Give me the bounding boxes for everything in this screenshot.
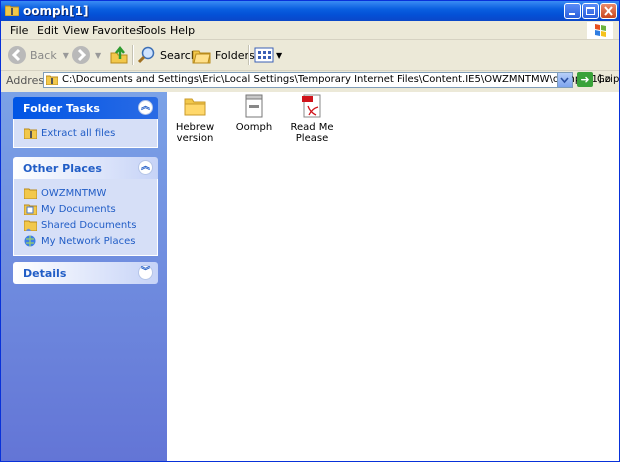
views-button[interactable]: ▼ xyxy=(254,43,282,67)
place-owzmntmw-label: OWZMNTMW xyxy=(41,187,107,199)
place-my-network-places-link[interactable]: My Network Places xyxy=(24,233,157,249)
minimize-button[interactable] xyxy=(564,3,581,19)
document-icon xyxy=(245,94,263,118)
file-name: Read Me Please xyxy=(290,122,334,144)
network-places-icon xyxy=(24,235,36,247)
back-arrow-icon xyxy=(8,46,26,64)
minimize-icon xyxy=(569,13,575,15)
file-name: Hebrew version xyxy=(175,122,215,144)
title-bar[interactable]: oomph[1] xyxy=(1,1,619,21)
folders-icon xyxy=(192,50,211,64)
extract-folder-icon xyxy=(24,128,37,139)
go-label: Go xyxy=(597,74,611,85)
place-shared-documents-link[interactable]: Shared Documents xyxy=(24,217,157,233)
menu-bar: File Edit View Favorites Tools Help xyxy=(1,21,619,40)
go-arrow-icon: ➜ xyxy=(577,72,593,87)
place-my-network-places-label: My Network Places xyxy=(41,235,136,247)
views-dropdown-icon: ▼ xyxy=(276,50,283,60)
file-list-view[interactable]: Hebrew version Oomph Read Me Please xyxy=(167,92,619,461)
folder-icon xyxy=(184,98,206,116)
back-button[interactable]: Back ▼ xyxy=(7,43,69,67)
menu-help[interactable]: Help xyxy=(170,24,195,37)
task-pane: Folder Tasks ︽ Extract all files Other P… xyxy=(1,92,167,461)
other-places-panel: Other Places ︽ OWZMNTMW My Documents Sha… xyxy=(13,157,158,256)
views-icon xyxy=(254,47,274,63)
menu-favorites[interactable]: Favorites xyxy=(92,24,142,37)
back-dropdown-icon[interactable]: ▼ xyxy=(63,51,69,60)
toolbar-separator xyxy=(132,45,134,65)
toolbar-separator xyxy=(248,45,250,65)
place-shared-documents-label: Shared Documents xyxy=(41,219,137,231)
place-my-documents-label: My Documents xyxy=(41,203,116,215)
close-button[interactable] xyxy=(600,3,617,19)
folder-tasks-header[interactable]: Folder Tasks ︽ xyxy=(13,97,158,119)
shared-folder-icon xyxy=(24,220,37,231)
other-places-header[interactable]: Other Places ︽ xyxy=(13,157,158,179)
maximize-button[interactable] xyxy=(582,3,599,19)
search-icon xyxy=(137,46,155,64)
extract-all-files-link[interactable]: Extract all files xyxy=(24,125,157,141)
forward-button[interactable]: ▼ xyxy=(71,43,101,67)
up-folder-icon xyxy=(110,45,128,64)
folder-tasks-body: Extract all files xyxy=(13,119,158,148)
forward-dropdown-icon[interactable]: ▼ xyxy=(95,51,101,60)
menu-edit[interactable]: Edit xyxy=(37,24,58,37)
zip-folder-icon xyxy=(5,5,19,16)
window-title: oomph[1] xyxy=(23,4,89,18)
details-header[interactable]: Details ︾ xyxy=(13,262,158,284)
menu-file[interactable]: File xyxy=(10,24,28,37)
forward-arrow-icon xyxy=(72,46,90,64)
windows-logo-icon xyxy=(587,22,613,39)
folders-button[interactable]: Folders xyxy=(192,43,255,67)
file-item-read-me-please[interactable]: Read Me Please xyxy=(281,94,343,144)
file-name: Oomph xyxy=(235,122,273,133)
up-folder-button[interactable] xyxy=(109,43,129,67)
standard-toolbar: Back ▼ ▼ Search Folders ▼ xyxy=(1,40,619,71)
search-button[interactable]: Search xyxy=(137,43,198,67)
menu-tools[interactable]: Tools xyxy=(139,24,166,37)
expand-chevron-icon[interactable]: ︾ xyxy=(138,265,153,280)
file-item-oomph[interactable]: Oomph xyxy=(223,94,285,133)
go-button[interactable]: ➜ Go xyxy=(577,72,611,87)
file-item-hebrew-version[interactable]: Hebrew version xyxy=(164,94,226,144)
address-input[interactable]: C:\Documents and Settings\Eric\Local Set… xyxy=(43,72,619,88)
address-value: C:\Documents and Settings\Eric\Local Set… xyxy=(62,74,620,85)
address-dropdown-button[interactable] xyxy=(557,73,572,87)
folder-icon xyxy=(24,188,37,199)
collapse-chevron-icon[interactable]: ︽ xyxy=(138,160,153,175)
place-owzmntmw-link[interactable]: OWZMNTMW xyxy=(24,185,157,201)
other-places-body: OWZMNTMW My Documents Shared Documents M… xyxy=(13,179,158,256)
folder-tasks-title: Folder Tasks xyxy=(23,102,100,115)
place-my-documents-link[interactable]: My Documents xyxy=(24,201,157,217)
my-documents-icon xyxy=(24,204,37,215)
zip-folder-icon xyxy=(46,75,58,85)
folder-tasks-panel: Folder Tasks ︽ Extract all files xyxy=(13,97,158,148)
address-bar: Address C:\Documents and Settings\Eric\L… xyxy=(1,71,619,91)
extract-all-files-label: Extract all files xyxy=(41,127,116,139)
chevron-down-icon xyxy=(560,77,569,84)
pdf-icon xyxy=(302,94,321,118)
collapse-chevron-icon[interactable]: ︽ xyxy=(138,100,153,115)
menu-view[interactable]: View xyxy=(63,24,89,37)
explorer-window: oomph[1] File Edit View Favorites Tools … xyxy=(0,0,620,462)
details-panel: Details ︾ xyxy=(13,262,158,284)
back-label: Back xyxy=(30,48,57,62)
close-icon xyxy=(604,6,613,16)
details-title: Details xyxy=(23,267,67,280)
maximize-icon xyxy=(586,7,595,15)
other-places-title: Other Places xyxy=(23,162,102,175)
